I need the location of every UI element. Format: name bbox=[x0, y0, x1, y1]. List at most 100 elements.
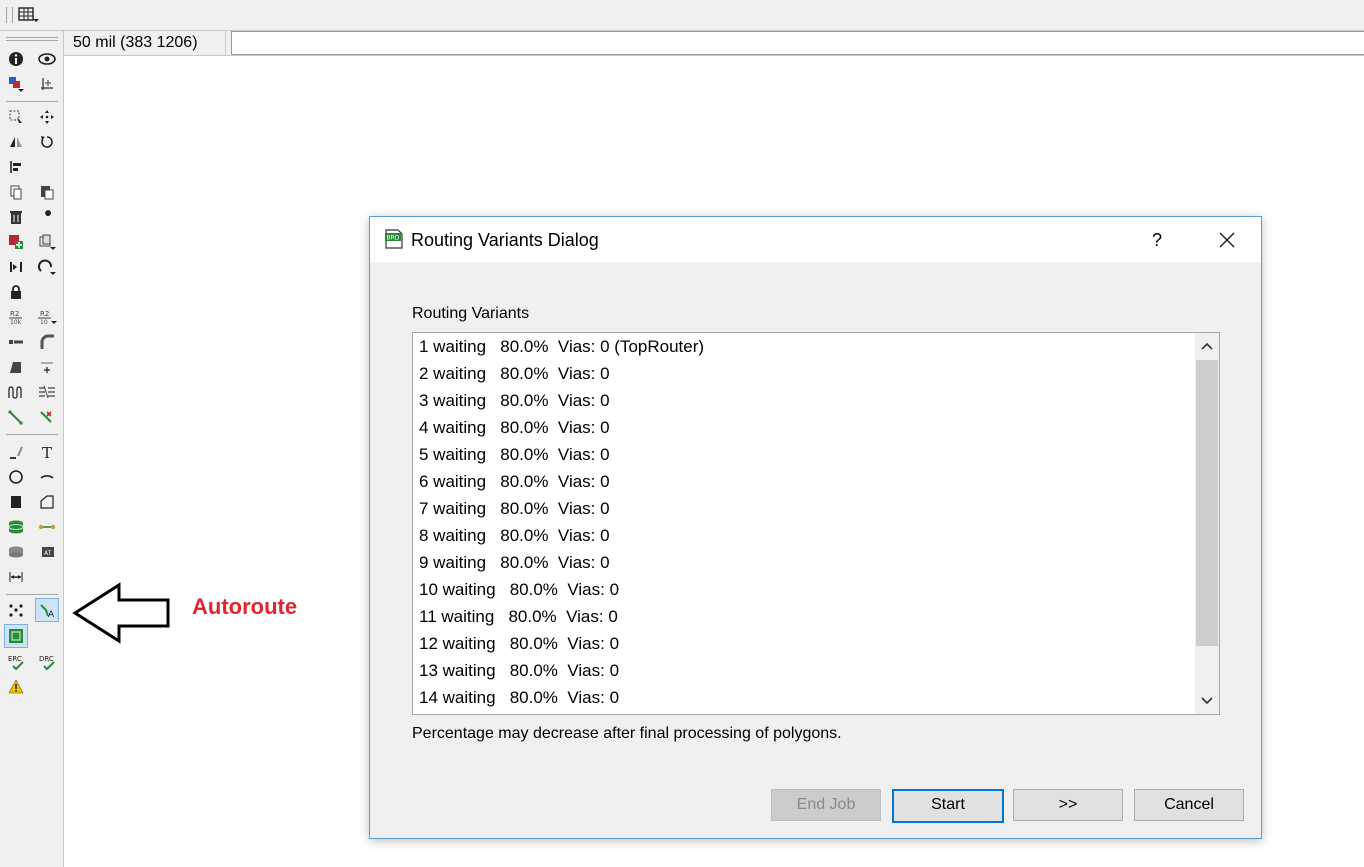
help-button[interactable]: ? bbox=[1144, 227, 1170, 253]
dialog-title: Routing Variants Dialog bbox=[411, 230, 599, 250]
lock-icon[interactable] bbox=[5, 281, 27, 303]
list-item[interactable]: 4 waiting 80.0% Vias: 0 bbox=[413, 414, 1193, 441]
toolbar-separator bbox=[6, 594, 58, 595]
origin-icon[interactable] bbox=[36, 356, 58, 378]
list-item[interactable]: 2 waiting 80.0% Vias: 0 bbox=[413, 360, 1193, 387]
scroll-thumb[interactable] bbox=[1196, 360, 1218, 646]
mark-icon[interactable] bbox=[36, 73, 58, 95]
list-item[interactable]: 7 waiting 80.0% Vias: 0 bbox=[413, 495, 1193, 522]
close-button[interactable] bbox=[1214, 227, 1240, 253]
list-item[interactable]: 3 waiting 80.0% Vias: 0 bbox=[413, 387, 1193, 414]
list-item[interactable]: 9 waiting 80.0% Vias: 0 bbox=[413, 549, 1193, 576]
group-icon[interactable] bbox=[5, 106, 27, 128]
add-icon[interactable] bbox=[5, 231, 27, 253]
autoroute-icon[interactable]: A bbox=[35, 598, 59, 622]
text-icon[interactable]: T bbox=[36, 441, 58, 463]
delete-icon[interactable] bbox=[5, 206, 27, 228]
copy-icon[interactable] bbox=[5, 181, 27, 203]
routing-variants-list[interactable]: 1 waiting 80.0% Vias: 0 (TopRouter) 2 wa… bbox=[412, 332, 1220, 715]
end-job-button[interactable]: End Job bbox=[771, 789, 881, 821]
errors-icon[interactable] bbox=[5, 676, 27, 698]
list-item[interactable]: 6 waiting 80.0% Vias: 0 bbox=[413, 468, 1193, 495]
arc-icon[interactable] bbox=[36, 466, 58, 488]
meander-icon[interactable] bbox=[5, 381, 27, 403]
split-icon[interactable] bbox=[5, 331, 27, 353]
change-icon[interactable] bbox=[36, 206, 58, 228]
erc-icon[interactable]: ERC bbox=[5, 651, 27, 673]
coordinate-display: 50 mil (383 1206) bbox=[64, 31, 226, 55]
circle-icon[interactable] bbox=[5, 466, 27, 488]
list-item[interactable]: 12 waiting 80.0% Vias: 0 bbox=[413, 630, 1193, 657]
ripup-icon[interactable] bbox=[36, 406, 58, 428]
svg-text:A: A bbox=[48, 610, 55, 619]
toolbar-grip-line bbox=[6, 37, 58, 38]
svg-text:R2: R2 bbox=[40, 310, 49, 318]
slice-icon[interactable] bbox=[5, 356, 27, 378]
svg-text:R2: R2 bbox=[10, 310, 19, 318]
grid-icon[interactable] bbox=[18, 7, 40, 28]
drc-icon[interactable]: DRC bbox=[36, 651, 58, 673]
scroll-down-button[interactable] bbox=[1195, 688, 1219, 714]
list-item[interactable]: 13 waiting 80.0% Vias: 0 bbox=[413, 657, 1193, 684]
svg-text:10: 10 bbox=[40, 319, 48, 325]
svg-text:DRC: DRC bbox=[39, 655, 54, 663]
mirror-icon[interactable] bbox=[5, 131, 27, 153]
replace-icon[interactable] bbox=[36, 231, 58, 253]
via-icon[interactable] bbox=[5, 516, 27, 538]
optimize-icon[interactable] bbox=[36, 256, 58, 278]
toolbar-separator bbox=[6, 101, 58, 102]
name-icon[interactable]: R2 10k bbox=[5, 306, 27, 328]
miter-icon[interactable] bbox=[36, 331, 58, 353]
routing-variants-label: Routing Variants bbox=[412, 305, 530, 322]
paste-icon[interactable] bbox=[36, 181, 58, 203]
signal-icon[interactable] bbox=[36, 516, 58, 538]
align-icon[interactable] bbox=[5, 156, 27, 178]
svg-text:T: T bbox=[42, 444, 52, 460]
toolbar-grip[interactable] bbox=[6, 7, 13, 23]
coordinate-bar: 50 mil (383 1206) bbox=[64, 31, 1364, 56]
list-item[interactable]: 14 waiting 80.0% Vias: 0 bbox=[413, 684, 1193, 711]
chevron-down-icon bbox=[1201, 697, 1213, 705]
eye-icon[interactable] bbox=[36, 48, 58, 70]
svg-text:ERC: ERC bbox=[8, 655, 22, 663]
list-item[interactable]: 10 waiting 80.0% Vias: 0 bbox=[413, 576, 1193, 603]
close-icon bbox=[1219, 232, 1235, 248]
polygon-icon[interactable] bbox=[36, 491, 58, 513]
rotate-icon[interactable] bbox=[36, 131, 58, 153]
routing-variants-dialog: BRD Routing Variants Dialog ? Routing Va… bbox=[369, 216, 1262, 839]
chevron-up-icon bbox=[1201, 342, 1213, 350]
layer-display-icon[interactable] bbox=[5, 73, 27, 95]
percentage-note: Percentage may decrease after final proc… bbox=[412, 725, 842, 742]
hole-icon[interactable] bbox=[5, 541, 27, 563]
ratsnest-icon[interactable] bbox=[5, 599, 27, 621]
command-line-input[interactable] bbox=[231, 31, 1364, 55]
route-icon[interactable] bbox=[5, 406, 27, 428]
ratsnest-ex-icon[interactable] bbox=[4, 624, 28, 648]
attribute-icon[interactable]: AT bbox=[36, 541, 58, 563]
list-item[interactable]: 5 waiting 80.0% Vias: 0 bbox=[413, 441, 1193, 468]
cancel-button[interactable]: Cancel bbox=[1134, 789, 1244, 821]
svg-text:AT: AT bbox=[44, 550, 52, 557]
dimension-icon[interactable] bbox=[5, 566, 27, 588]
svg-text:10k: 10k bbox=[10, 319, 22, 325]
list-scrollbar[interactable] bbox=[1195, 333, 1219, 714]
command-toolbar: R2 10k R2 10 T AT A ERC DRC bbox=[0, 31, 64, 867]
info-icon[interactable] bbox=[5, 48, 27, 70]
top-toolbar bbox=[0, 0, 1364, 31]
line-icon[interactable] bbox=[5, 441, 27, 463]
rectangle-icon[interactable] bbox=[5, 491, 27, 513]
next-variant-button[interactable]: >> bbox=[1013, 789, 1123, 821]
lines-icon[interactable] bbox=[36, 381, 58, 403]
list-item[interactable]: 8 waiting 80.0% Vias: 0 bbox=[413, 522, 1193, 549]
swap-icon[interactable] bbox=[5, 256, 27, 278]
svg-text:BRD: BRD bbox=[387, 235, 400, 242]
dialog-title-bar[interactable]: BRD Routing Variants Dialog ? bbox=[370, 217, 1261, 262]
list-item[interactable]: 11 waiting 80.0% Vias: 0 bbox=[413, 603, 1193, 630]
value-icon[interactable]: R2 10 bbox=[36, 306, 58, 328]
move-icon[interactable] bbox=[36, 106, 58, 128]
toolbar-separator bbox=[6, 434, 58, 435]
start-button[interactable]: Start bbox=[892, 789, 1004, 823]
list-item[interactable]: 1 waiting 80.0% Vias: 0 (TopRouter) bbox=[413, 333, 1193, 360]
scroll-up-button[interactable] bbox=[1195, 333, 1219, 359]
callout-arrow-icon bbox=[72, 582, 172, 649]
